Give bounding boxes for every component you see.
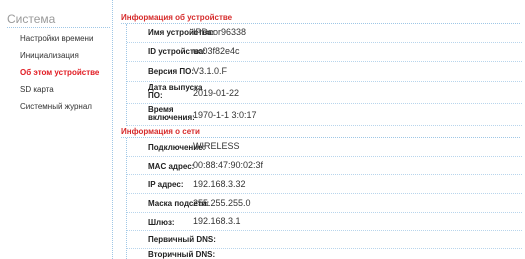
network-info-title: Информация о сети <box>121 127 200 136</box>
ip-address-row: IP адрес: 192.168.3.32 <box>127 175 522 194</box>
mac-address-row: MAC адрес: 00:88:47:90:02:3f <box>127 157 522 175</box>
uptime-value: 1970-1-1 3:0:17 <box>193 110 257 120</box>
ip-address-label: IP адрес: <box>148 180 184 189</box>
device-info-title: Информация об устройстве <box>121 13 233 22</box>
uptime-row: Время включения: 1970-1-1 3:0:17 <box>127 104 522 126</box>
firmware-version-row: Версия ПО: V3.1.0.F <box>127 62 522 82</box>
connection-row: Подключение: WIRELESS <box>127 138 522 157</box>
connection-value: WIRELESS <box>193 141 240 151</box>
secondary-dns-label: Вторичный DNS: <box>148 250 216 259</box>
sidebar-title: Система <box>7 11 110 28</box>
subnet-mask-value: 255.255.255.0 <box>193 198 251 208</box>
device-name-value: IPDoor96338 <box>193 27 247 37</box>
network-info-panel: Подключение: WIRELESS MAC адрес: 00:88:4… <box>126 138 522 259</box>
secondary-dns-row: Вторичный DNS: <box>127 249 522 259</box>
firmware-version-label: Версия ПО: <box>148 67 195 76</box>
sidebar-item-system-log[interactable]: Системный журнал <box>20 102 92 112</box>
firmware-date-value: 2019-01-22 <box>193 88 240 98</box>
sidebar-item-initialization[interactable]: Инициализация <box>20 51 79 61</box>
primary-dns-row: Первичный DNS: <box>127 231 522 249</box>
device-id-row: ID устройства: uc03f82e4c <box>127 43 522 62</box>
gateway-value: 192.168.3.1 <box>193 216 241 226</box>
sidebar-item-about-device[interactable]: Об этом устройстве <box>20 68 99 78</box>
gateway-label: Шлюз: <box>148 218 175 227</box>
firmware-date-row: Дата выпуска ПО: 2019-01-22 <box>127 82 522 104</box>
firmware-date-label-line2: ПО: <box>148 91 163 100</box>
mac-address-label: MAC адрес: <box>148 162 195 171</box>
sidebar-item-time-settings[interactable]: Настройки времени <box>20 34 93 44</box>
device-id-value: uc03f82e4c <box>193 46 240 56</box>
device-info-panel: Имя устройства: IPDoor96338 ID устройств… <box>126 24 522 126</box>
sidebar-item-sd-card[interactable]: SD карта <box>20 85 54 95</box>
uptime-label-line2: включения: <box>148 113 195 122</box>
gateway-row: Шлюз: 192.168.3.1 <box>127 213 522 231</box>
mac-address-value: 00:88:47:90:02:3f <box>193 160 264 170</box>
firmware-version-value: V3.1.0.F <box>193 66 228 76</box>
sidebar: Система Настройки времени Инициализация … <box>0 0 113 259</box>
device-name-row: Имя устройства: IPDoor96338 <box>127 24 522 43</box>
primary-dns-label: Первичный DNS: <box>148 235 216 244</box>
ip-address-value: 192.168.3.32 <box>193 179 246 189</box>
subnet-mask-row: Маска подсети: 255.255.255.0 <box>127 194 522 213</box>
